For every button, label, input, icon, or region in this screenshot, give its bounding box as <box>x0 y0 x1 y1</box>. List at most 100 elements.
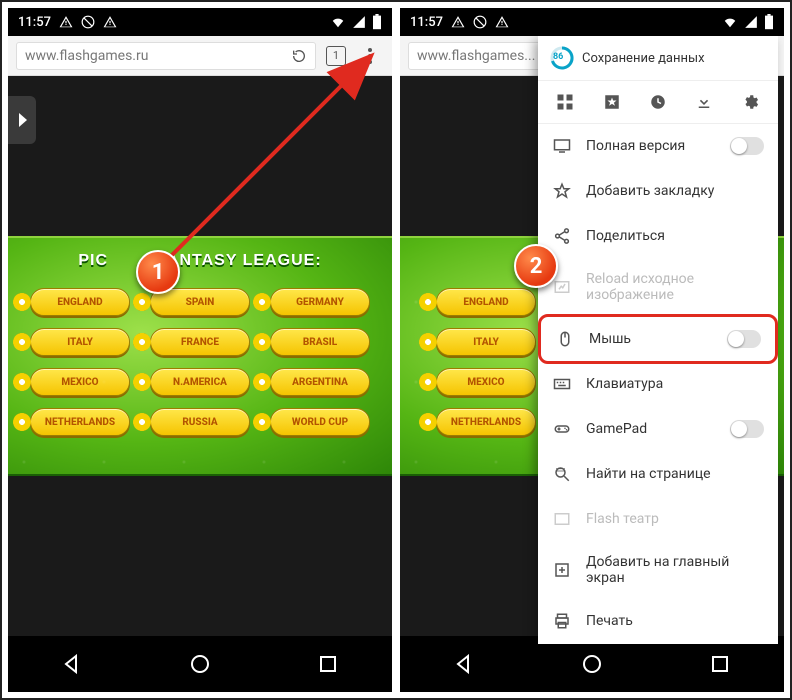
phone-right: 11:57 www.flashgames... PIC ENGLAND ITAL… <box>400 8 784 692</box>
team-pill[interactable]: FRANCE <box>150 328 250 356</box>
menu-gamepad[interactable]: GamePad <box>538 407 778 452</box>
menu-label: Добавить на главный экран <box>586 554 764 586</box>
url-text: www.flashgames.ru <box>25 48 148 64</box>
statusbar: 11:57 <box>8 8 392 36</box>
bookmarks-icon[interactable] <box>601 91 623 113</box>
team-pill[interactable]: RUSSIA <box>150 408 250 436</box>
page-content: PIC FANTASY LEAGUE: ENGLAND SPAIN GERMAN… <box>8 76 392 636</box>
battery-icon <box>372 14 382 30</box>
recents-nav-icon[interactable] <box>316 652 340 676</box>
speed-dial-icon[interactable] <box>554 91 576 113</box>
menu-keyboard[interactable]: Клавиатура <box>538 362 778 407</box>
back-nav-icon[interactable] <box>452 652 476 676</box>
menu-desktop-version[interactable]: Полная версия <box>538 124 778 169</box>
mouse-icon <box>555 329 575 349</box>
menu-label: Клавиатура <box>586 376 764 392</box>
menu-label: Полная версия <box>586 138 716 154</box>
menu-share[interactable]: Поделиться <box>538 214 778 259</box>
warning-icon <box>103 15 117 29</box>
toggle-gamepad[interactable] <box>730 420 764 438</box>
data-saving-label: Сохранение данных <box>582 51 705 66</box>
android-navbar <box>8 636 392 692</box>
team-pill[interactable]: WORLD CUP <box>270 408 370 436</box>
browser-menu: 86 Сохранение данных Полная версия Добав… <box>538 36 778 644</box>
data-saving-ring: 86 <box>550 46 574 70</box>
menu-label: Найти на странице <box>586 466 764 482</box>
print-icon <box>552 611 572 631</box>
url-input[interactable]: www.flashgames.ru <box>16 42 316 70</box>
add-home-icon <box>552 560 572 580</box>
team-pill[interactable]: ITALY <box>30 328 130 356</box>
statusbar: 11:57 <box>400 8 784 36</box>
warning-icon <box>451 15 465 29</box>
chevron-right-icon <box>17 113 27 127</box>
signal-icon <box>744 15 758 29</box>
theater-icon <box>552 509 572 529</box>
menu-flash-theater: Flash театр <box>538 497 778 542</box>
menu-label: Добавить закладку <box>586 183 764 199</box>
toggle-mouse[interactable] <box>727 330 761 348</box>
team-pill[interactable]: N.AMERICA <box>150 368 250 396</box>
data-saving-row[interactable]: 86 Сохранение данных <box>538 36 778 81</box>
wifi-icon <box>722 15 738 29</box>
menu-button[interactable] <box>356 42 384 70</box>
drawer-handle[interactable] <box>8 96 36 144</box>
keyboard-icon <box>552 374 572 394</box>
team-pill[interactable]: MEXICO <box>436 368 536 396</box>
tabs-button[interactable]: 1 <box>322 42 350 70</box>
find-icon <box>552 464 572 484</box>
history-icon[interactable] <box>647 91 669 113</box>
menu-label: GamePad <box>586 421 716 437</box>
desktop-icon <box>552 136 572 156</box>
team-pill[interactable]: GERMANY <box>270 288 370 316</box>
tab-count: 1 <box>333 49 339 62</box>
step-marker-1: 1 <box>136 250 180 294</box>
recents-nav-icon[interactable] <box>708 652 732 676</box>
menu-label: Поделиться <box>586 228 764 244</box>
image-reload-icon <box>552 277 572 297</box>
team-pill[interactable]: ITALY <box>436 328 536 356</box>
team-pill[interactable]: BRASIL <box>270 328 370 356</box>
menu-mouse[interactable]: Мышь <box>538 314 778 364</box>
url-text: www.flashgames... <box>417 48 535 64</box>
wifi-icon <box>330 15 346 29</box>
menu-shortcut-row <box>538 81 778 124</box>
warning-icon <box>495 15 509 29</box>
reload-icon[interactable] <box>291 48 307 64</box>
home-nav-icon[interactable] <box>188 652 212 676</box>
no-sim-icon <box>81 15 95 29</box>
menu-reload-source: Reload исходное изображение <box>538 259 778 316</box>
team-pill[interactable]: NETHERLANDS <box>436 408 536 436</box>
data-saving-percent: 86 <box>553 52 563 62</box>
more-vert-icon <box>368 48 372 64</box>
address-bar: www.flashgames.ru 1 <box>8 36 392 76</box>
signal-icon <box>352 15 366 29</box>
back-nav-icon[interactable] <box>60 652 84 676</box>
menu-label: Мышь <box>589 331 713 347</box>
league-title: PIC FANTASY LEAGUE: <box>8 238 392 270</box>
team-pill[interactable]: ENGLAND <box>436 288 536 316</box>
share-icon <box>552 226 572 246</box>
status-time: 11:57 <box>410 15 443 30</box>
team-pill[interactable]: ARGENTINA <box>270 368 370 396</box>
league-grid: ENGLAND SPAIN GERMANY ITALY FRANCE BRASI… <box>8 270 392 454</box>
toggle-desktop[interactable] <box>730 137 764 155</box>
settings-icon[interactable] <box>740 91 762 113</box>
menu-find-in-page[interactable]: Найти на странице <box>538 452 778 497</box>
menu-print[interactable]: Печать <box>538 599 778 644</box>
menu-add-bookmark[interactable]: Добавить закладку <box>538 169 778 214</box>
status-time: 11:57 <box>18 15 51 30</box>
phone-left: 11:57 www.flashgames.ru 1 PIC <box>8 8 392 692</box>
league-panel: PIC FANTASY LEAGUE: ENGLAND SPAIN GERMAN… <box>8 236 392 476</box>
battery-icon <box>764 14 774 30</box>
menu-label: Flash театр <box>586 511 764 527</box>
team-pill[interactable]: NETHERLANDS <box>30 408 130 436</box>
home-nav-icon[interactable] <box>580 652 604 676</box>
gamepad-icon <box>552 419 572 439</box>
android-navbar <box>400 636 784 692</box>
downloads-icon[interactable] <box>693 91 715 113</box>
team-pill[interactable]: ENGLAND <box>30 288 130 316</box>
menu-add-home[interactable]: Добавить на главный экран <box>538 542 778 599</box>
team-pill[interactable]: MEXICO <box>30 368 130 396</box>
menu-label: Reload исходное изображение <box>586 271 764 303</box>
